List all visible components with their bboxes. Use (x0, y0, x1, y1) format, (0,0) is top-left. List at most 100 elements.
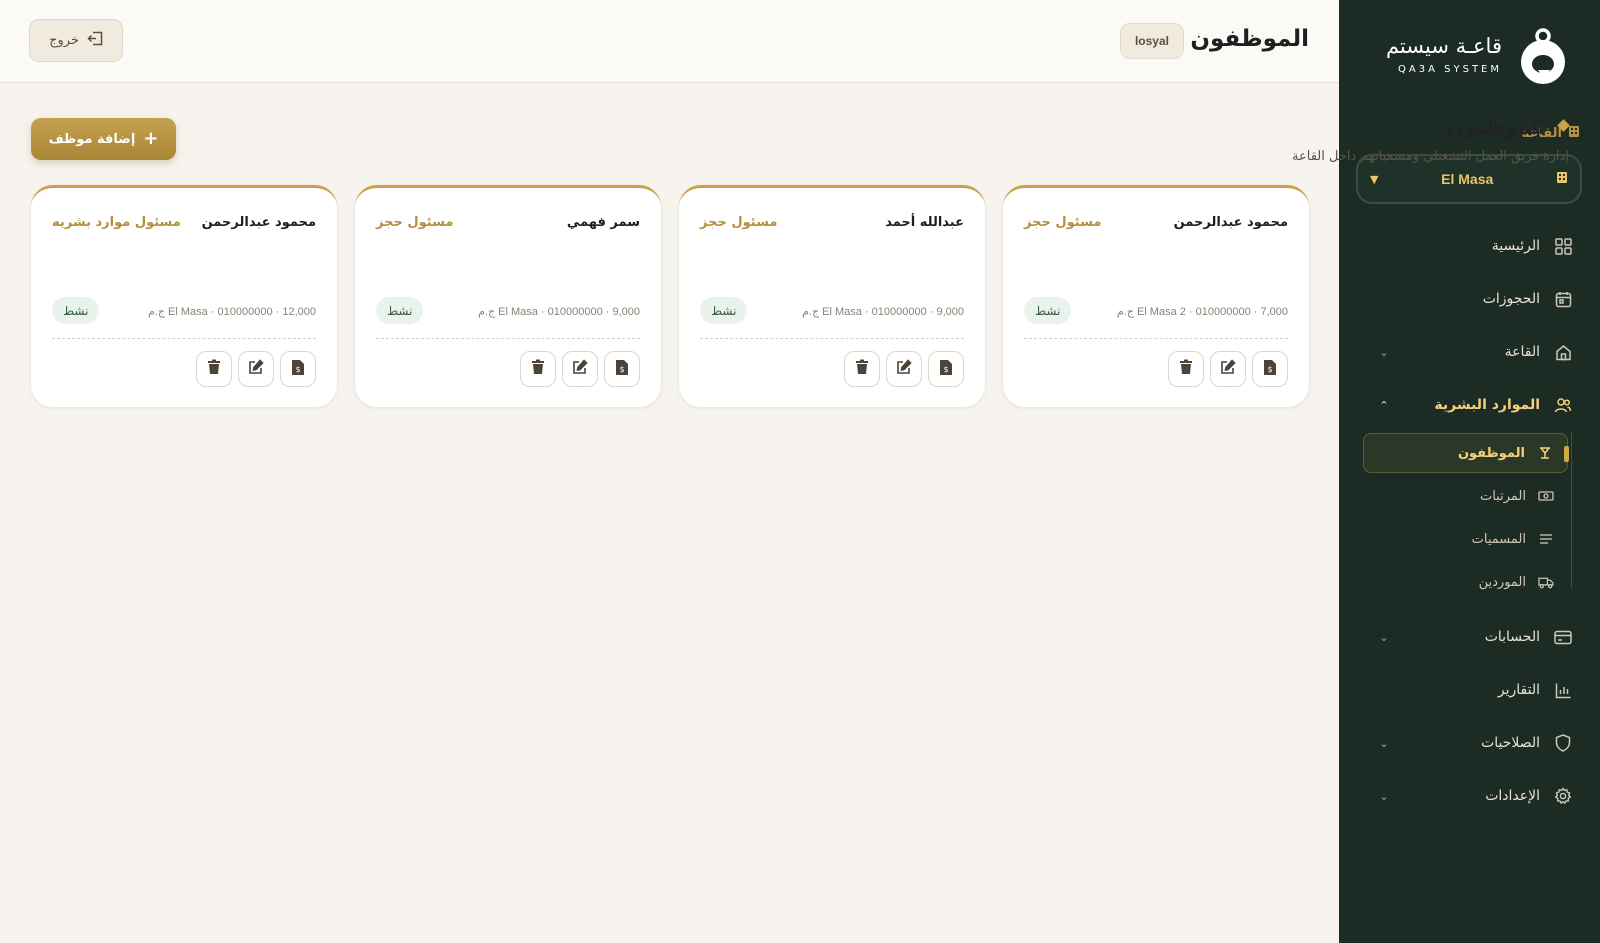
employee-card[interactable]: محمود عبدالرحمن مسئول حجز El Masa 2 · 01… (1003, 185, 1309, 407)
home-icon (1554, 343, 1572, 361)
nav-item-hr[interactable]: الموارد البشرية ⌃ (1377, 390, 1572, 420)
employee-meta: El Masa · 010000000 · 9,000 ج.م (478, 306, 640, 318)
delete-button[interactable] (520, 351, 556, 387)
employee-role: مسئول حجز (700, 215, 778, 230)
shield-icon (1554, 734, 1572, 752)
chevron-up-icon: ⌃ (1379, 398, 1389, 412)
logout-button[interactable]: خروج (29, 19, 123, 62)
add-employee-button[interactable]: + إضافة موظف (31, 118, 176, 160)
trash-icon (207, 359, 221, 379)
chevron-down-icon: ⌄ (1379, 630, 1389, 644)
sub-item-employees[interactable]: الموظفون (1363, 433, 1569, 473)
employee-name: عبدالله أحمد (885, 215, 964, 230)
nav-item-settings[interactable]: الإعدادات ⌄ (1377, 781, 1572, 811)
nav-item-bookings[interactable]: الحجوزات (1377, 284, 1572, 314)
invoice-icon: $ (1263, 359, 1277, 380)
invoice-icon: $ (291, 359, 305, 380)
section-title: الموظفون (1446, 114, 1544, 140)
nav-item-accounts[interactable]: الحسابات ⌄ (1377, 622, 1572, 652)
nav-label: الصلاحيات (1481, 735, 1540, 751)
payslip-button[interactable]: $ (1252, 351, 1288, 387)
payslip-button[interactable]: $ (928, 351, 964, 387)
edit-button[interactable] (886, 351, 922, 387)
edit-button[interactable] (238, 351, 274, 387)
building-icon (1556, 171, 1568, 188)
nav-label: الحجوزات (1482, 291, 1540, 307)
nav-item-home[interactable]: الرئيسية (1377, 231, 1572, 261)
add-employee-label: إضافة موظف (48, 131, 136, 147)
trash-icon (531, 359, 545, 379)
employee-meta: El Masa 2 · 010000000 · 7,000 ج.م (1116, 306, 1288, 318)
sidebar: قاعـة سيستم QA3A SYSTEM القاعة El Masa ▼… (1339, 0, 1600, 943)
delete-button[interactable] (1168, 351, 1204, 387)
employee-meta: El Masa · 010000000 · 9,000 ج.م (802, 306, 964, 318)
invoice-icon: $ (939, 359, 953, 380)
nav-label: الرئيسية (1491, 238, 1540, 254)
chart-icon (1554, 681, 1572, 699)
employee-card[interactable]: عبدالله أحمد مسئول حجز El Masa · 0100000… (679, 185, 985, 407)
card-divider (700, 338, 964, 339)
nav-item-permissions[interactable]: الصلاحيات ⌄ (1377, 728, 1572, 758)
delete-button[interactable] (196, 351, 232, 387)
edit-button[interactable] (1210, 351, 1246, 387)
delete-button[interactable] (844, 351, 880, 387)
list-icon (1538, 531, 1554, 547)
edit-icon (896, 359, 912, 379)
card-divider (376, 338, 640, 339)
svg-text:$: $ (1267, 365, 1272, 374)
sub-item-label: الموظفون (1457, 445, 1525, 461)
employee-role: مسئول موارد بشريه (52, 215, 181, 230)
nav-label: الحسابات (1484, 629, 1540, 645)
employee-role: مسئول حجز (1024, 215, 1102, 230)
brand-name: قاعـة سيستم (1385, 34, 1502, 58)
sub-item-salaries[interactable]: المرتبات (1363, 476, 1568, 516)
card-icon (1554, 628, 1572, 646)
sub-item-label: المرتبات (1479, 488, 1526, 504)
nav-item-reports[interactable]: التقارير (1377, 675, 1572, 705)
employees-icon (1537, 445, 1553, 461)
employee-name: سمر فهمي (566, 215, 640, 230)
employee-name: محمود عبدالرحمن (201, 215, 316, 230)
nav-item-hall[interactable]: القاعة ⌄ (1377, 337, 1572, 367)
svg-text:$: $ (619, 365, 624, 374)
nav-label: القاعة (1504, 344, 1540, 360)
chevron-down-icon: ⌄ (1379, 736, 1389, 750)
gear-icon (1554, 787, 1572, 805)
top-bar: الموظفون losyal خروج (0, 0, 1339, 83)
logo-mark-icon (1521, 28, 1565, 84)
card-divider (52, 338, 316, 339)
calendar-icon (1554, 290, 1572, 308)
sub-item-label: الموردين (1478, 574, 1526, 590)
employee-name: محمود عبدالرحمن (1173, 215, 1288, 230)
building-icon (1568, 125, 1580, 142)
payslip-button[interactable]: $ (280, 351, 316, 387)
page-title: الموظفون (1190, 26, 1309, 52)
employee-role: مسئول حجز (376, 215, 454, 230)
sub-item-suppliers[interactable]: الموردين (1363, 562, 1568, 602)
plus-icon: + (143, 128, 159, 149)
status-badge: نشط (1024, 297, 1072, 324)
card-actions: $ (1168, 351, 1288, 387)
logout-icon (87, 31, 103, 50)
edit-button[interactable] (562, 351, 598, 387)
nav-label: الموارد البشرية (1434, 397, 1540, 413)
user-chip[interactable]: losyal (1119, 23, 1184, 59)
employee-card[interactable]: محمود عبدالرحمن مسئول موارد بشريه El Mas… (31, 185, 337, 407)
invoice-icon: $ (615, 359, 629, 380)
submenu-line (1571, 432, 1572, 588)
nav-label: الإعدادات (1485, 788, 1540, 804)
brand-logo[interactable]: قاعـة سيستم QA3A SYSTEM (1382, 28, 1572, 88)
svg-text:$: $ (295, 365, 300, 374)
nav-label: التقارير (1497, 682, 1540, 698)
card-actions: $ (196, 351, 316, 387)
employee-card[interactable]: سمر فهمي مسئول حجز El Masa · 010000000 ·… (355, 185, 661, 407)
edit-icon (572, 359, 588, 379)
sub-item-titles[interactable]: المسميات (1363, 519, 1568, 559)
status-badge: نشط (700, 297, 748, 324)
payslip-button[interactable]: $ (604, 351, 640, 387)
chevron-down-icon: ⌄ (1379, 789, 1389, 803)
money-icon (1538, 488, 1554, 504)
truck-icon (1538, 574, 1554, 590)
brand-subtitle: QA3A SYSTEM (1398, 64, 1502, 75)
card-actions: $ (844, 351, 964, 387)
